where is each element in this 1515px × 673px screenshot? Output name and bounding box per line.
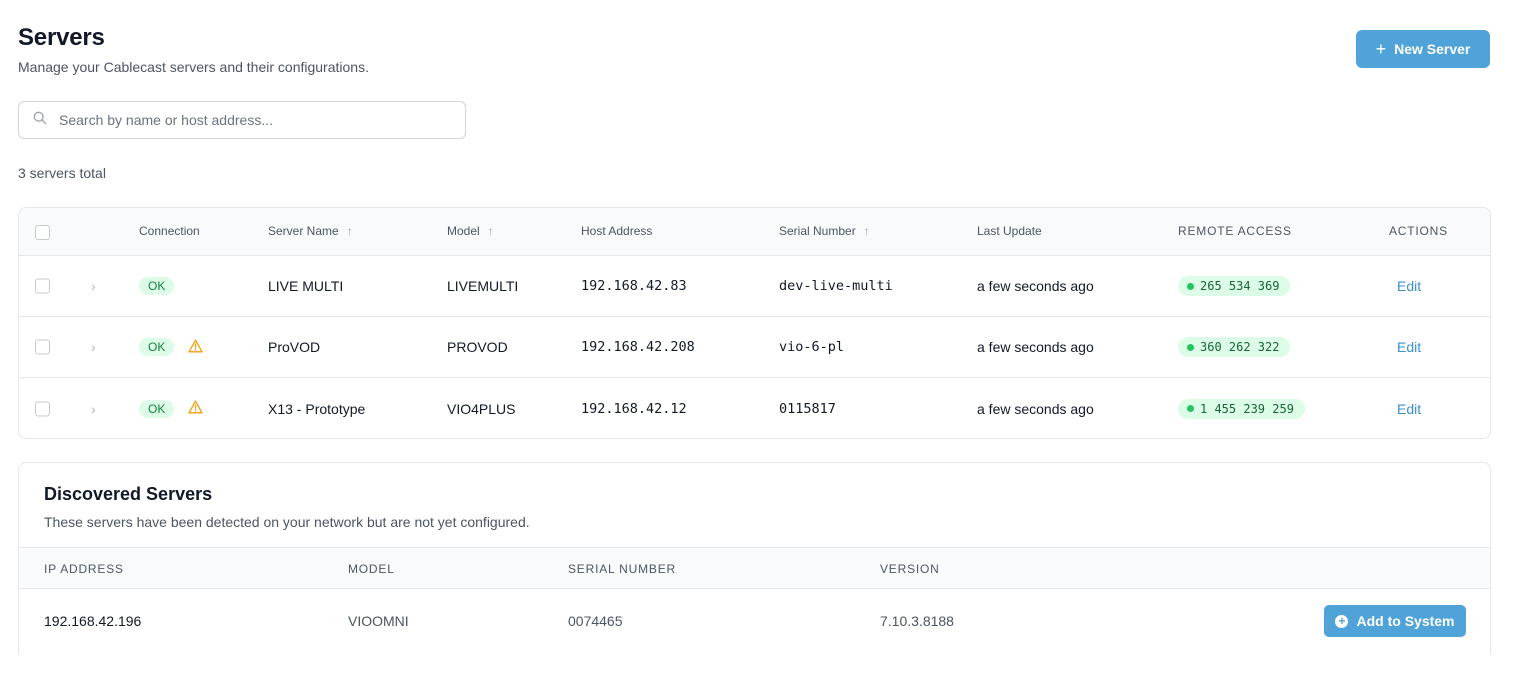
column-remote-access: REMOTE ACCESS	[1178, 224, 1292, 238]
server-model: PROVOD	[447, 339, 508, 355]
table-header: Connection Server Name ↑ Model ↑ Host Addr…	[19, 208, 1490, 256]
warning-triangle-icon	[188, 400, 203, 417]
discovered-servers-section: Discovered Servers These servers have be…	[18, 462, 1491, 655]
column-actions: ACTIONS	[1389, 224, 1448, 238]
search-box[interactable]	[18, 101, 466, 139]
new-server-label: New Server	[1394, 41, 1471, 57]
new-server-button[interactable]: + New Server	[1356, 30, 1490, 68]
edit-link[interactable]: Edit	[1397, 278, 1421, 294]
servers-total-count: 3 servers total	[18, 165, 106, 181]
column-serial-number[interactable]: Serial Number ↑	[779, 224, 870, 238]
server-model: LIVEMULTI	[447, 278, 519, 294]
page-title: Servers	[18, 24, 105, 51]
expand-chevron-right-icon[interactable]: ›	[91, 278, 96, 294]
remote-access-badge[interactable]: 360 262 322	[1178, 337, 1291, 357]
add-to-system-label: Add to System	[1356, 613, 1455, 629]
column-ip-address: IP ADDRESS	[44, 562, 124, 576]
sort-arrow-up-icon[interactable]: ↑	[864, 224, 870, 238]
server-name: X13 - Prototype	[268, 400, 366, 417]
discovered-servers-subtitle: These servers have been detected on your…	[44, 514, 530, 530]
warning-triangle-icon	[188, 339, 203, 356]
connection-status-badge: OK	[139, 338, 175, 356]
search-icon	[33, 111, 47, 130]
connection-status-badge: OK	[139, 399, 175, 418]
column-last-update: Last Update	[977, 224, 1042, 238]
last-update: a few seconds ago	[977, 278, 1094, 294]
column-server-name[interactable]: Server Name ↑	[268, 224, 353, 238]
last-update: a few seconds ago	[977, 400, 1094, 417]
column-host-address: Host Address	[581, 224, 653, 238]
edit-link[interactable]: Edit	[1397, 401, 1421, 417]
column-version: VERSION	[880, 562, 940, 576]
select-all-checkbox[interactable]	[35, 225, 50, 240]
row-checkbox[interactable]	[35, 278, 50, 294]
remote-access-badge[interactable]: 1 455 239 259	[1178, 398, 1305, 419]
expand-chevron-right-icon[interactable]: ›	[91, 339, 96, 355]
column-serial-number: SERIAL NUMBER	[568, 562, 676, 576]
search-input[interactable]	[59, 112, 439, 128]
host-address: 192.168.42.83	[581, 278, 687, 294]
column-model: MODEL	[348, 562, 395, 576]
row-checkbox[interactable]	[35, 339, 50, 355]
serial-number: 0115817	[779, 400, 836, 417]
host-address: 192.168.42.208	[581, 339, 695, 355]
server-name: LIVE MULTI	[268, 278, 344, 294]
status-dot-icon	[1187, 405, 1194, 412]
discovered-servers-title: Discovered Servers	[44, 484, 213, 504]
status-dot-icon	[1187, 343, 1194, 351]
table-row[interactable]: › OK ProVOD PROVOD 192.168.42.208 vio-6-…	[19, 317, 1490, 378]
sort-arrow-up-icon[interactable]: ↑	[488, 224, 494, 238]
plus-circle-icon: +	[1335, 614, 1349, 628]
last-update: a few seconds ago	[977, 339, 1094, 355]
edit-link[interactable]: Edit	[1397, 339, 1421, 355]
serial-number: vio-6-pl	[779, 339, 845, 355]
discovered-serial: 0074465	[568, 613, 623, 629]
plus-icon: +	[1375, 39, 1387, 59]
server-model: VIO4PLUS	[447, 400, 516, 417]
table-row[interactable]: › OK LIVE MULTI LIVEMULTI 192.168.42.83 …	[19, 256, 1490, 317]
expand-chevron-right-icon[interactable]: ›	[91, 401, 96, 417]
column-connection: Connection	[139, 224, 200, 238]
serial-number: dev-live-multi	[779, 278, 893, 294]
discovered-row: 192.168.42.196 VIOOMNI 0074465 7.10.3.81…	[19, 589, 1490, 653]
discovered-version: 7.10.3.8188	[880, 613, 954, 629]
discovered-table-header: IP ADDRESS MODEL SERIAL NUMBER VERSION	[19, 547, 1490, 589]
sort-arrow-up-icon[interactable]: ↑	[347, 224, 353, 238]
discovered-model: VIOOMNI	[348, 613, 409, 629]
table-row[interactable]: › OK X13 - Prototype VIO4PLUS 192.168.42…	[19, 378, 1490, 438]
page-subtitle: Manage your Cablecast servers and their …	[18, 59, 369, 75]
server-name: ProVOD	[268, 339, 321, 355]
add-to-system-button[interactable]: + Add to System	[1324, 605, 1466, 637]
remote-access-badge[interactable]: 265 534 369	[1178, 276, 1291, 296]
column-model[interactable]: Model ↑	[447, 224, 494, 238]
row-checkbox[interactable]	[35, 401, 50, 416]
status-dot-icon	[1187, 282, 1194, 290]
host-address: 192.168.42.12	[581, 400, 687, 417]
discovered-ip: 192.168.42.196	[44, 613, 142, 629]
servers-table: Connection Server Name ↑ Model ↑ Host Addr…	[18, 207, 1491, 439]
connection-status-badge: OK	[139, 277, 175, 295]
